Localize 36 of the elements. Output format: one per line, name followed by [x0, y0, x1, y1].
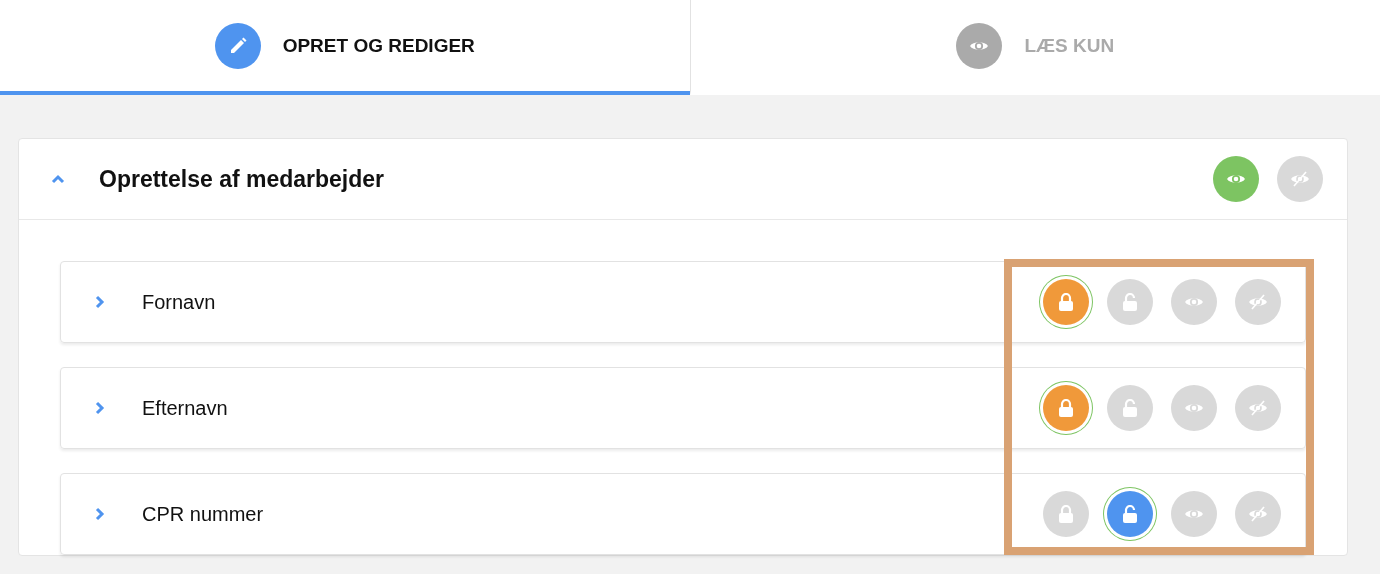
unlock-toggle-button[interactable] — [1107, 279, 1153, 325]
unlock-icon — [1122, 399, 1138, 417]
hide-toggle-button[interactable] — [1277, 156, 1323, 202]
lock-icon — [1058, 399, 1074, 417]
chevron-up-icon[interactable] — [51, 172, 65, 186]
lock-toggle-button[interactable] — [1043, 279, 1089, 325]
unlock-toggle-button[interactable] — [1107, 491, 1153, 537]
lock-icon — [1058, 293, 1074, 311]
eye-slash-icon — [1290, 171, 1310, 187]
eye-slash-icon — [1248, 506, 1268, 522]
eye-icon — [1184, 296, 1204, 308]
unlock-icon — [1122, 505, 1138, 523]
chevron-right-icon[interactable] — [93, 401, 107, 415]
chevron-right-icon[interactable] — [93, 295, 107, 309]
eye-icon — [1184, 508, 1204, 520]
unlock-toggle-button[interactable] — [1107, 385, 1153, 431]
hide-toggle-button[interactable] — [1235, 491, 1281, 537]
lock-icon — [1058, 505, 1074, 523]
show-toggle-button[interactable] — [1171, 279, 1217, 325]
field-label: Efternavn — [142, 396, 229, 420]
lock-toggle-button[interactable] — [1043, 385, 1089, 431]
show-toggle-button[interactable] — [1171, 491, 1217, 537]
eye-slash-icon — [1248, 400, 1268, 416]
eye-slash-icon — [1248, 294, 1268, 310]
lock-toggle-button[interactable] — [1043, 491, 1089, 537]
hide-toggle-button[interactable] — [1235, 279, 1281, 325]
show-toggle-button[interactable] — [1171, 385, 1217, 431]
eye-icon — [1184, 402, 1204, 414]
chevron-right-icon[interactable] — [93, 507, 107, 521]
field-label: Fornavn — [142, 290, 217, 314]
field-label: CPR nummer — [142, 502, 265, 526]
show-toggle-button[interactable] — [1213, 156, 1259, 202]
eye-icon — [1226, 173, 1246, 185]
section-title: Oprettelse af medarbejder — [99, 165, 386, 193]
unlock-icon — [1122, 293, 1138, 311]
hide-toggle-button[interactable] — [1235, 385, 1281, 431]
